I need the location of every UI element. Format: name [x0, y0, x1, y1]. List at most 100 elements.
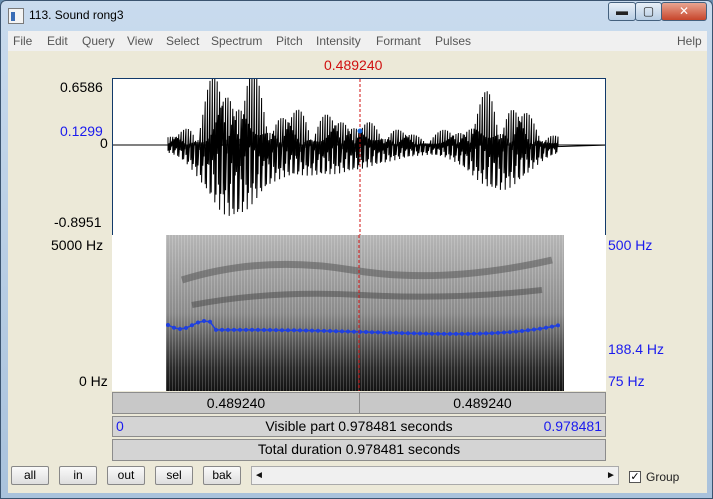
pitch-bottom-label: 75 Hz [608, 373, 645, 389]
pitch-point [352, 329, 356, 334]
spectrogram-panel[interactable] [112, 235, 606, 391]
pitch-point [292, 328, 296, 333]
visible-part-bar[interactable]: 0 Visible part 0.978481 seconds 0.978481 [112, 416, 606, 437]
bottom-toolbar: all in out sel bak ◄ ► ✓ Group [8, 463, 707, 493]
pitch-point [442, 331, 446, 336]
pitch-point [322, 328, 326, 333]
pitch-point [370, 330, 374, 335]
pitch-point [298, 328, 302, 333]
pitch-point [490, 331, 494, 336]
pitch-point [406, 331, 410, 336]
window-client: File Edit Query View Select Spectrum Pit… [8, 31, 707, 493]
menu-select[interactable]: Select [166, 34, 199, 48]
out-button[interactable]: out [107, 466, 145, 485]
window-title: 113. Sound rong3 [29, 8, 124, 22]
praat-sound-window: 113. Sound rong3 ▬ ▢ ✕ File Edit Query V… [0, 0, 713, 499]
pitch-point [214, 327, 218, 332]
cursor-point [357, 128, 363, 134]
pitch-point [460, 331, 464, 336]
menu-view[interactable]: View [127, 34, 153, 48]
pitch-point [238, 327, 242, 332]
scroll-left-arrow-icon[interactable]: ◄ [252, 467, 266, 484]
in-button[interactable]: in [59, 466, 97, 485]
waveform-panel[interactable] [112, 78, 606, 236]
pitch-point [184, 326, 188, 330]
pitch-point [364, 330, 368, 334]
visible-start-label: 0 [116, 418, 124, 434]
total-duration-bar[interactable]: Total duration 0.978481 seconds [112, 439, 606, 461]
menu-help[interactable]: Help [677, 34, 702, 48]
pitch-point [382, 330, 386, 335]
group-checkbox[interactable]: ✓ [629, 471, 641, 483]
menu-query[interactable]: Query [82, 34, 115, 48]
pitch-point [508, 330, 512, 335]
app-icon [8, 8, 24, 24]
pitch-point [454, 331, 458, 336]
pitch-point [286, 328, 290, 333]
cursor-time-bar[interactable]: 0.489240 0.489240 [112, 392, 606, 414]
pitch-point [220, 327, 224, 332]
pitch-point [496, 330, 500, 335]
pitch-point [472, 331, 476, 336]
left-time-segment[interactable]: 0.489240 [113, 393, 359, 413]
pitch-point [190, 323, 194, 328]
pitch-point [538, 326, 542, 331]
pitch-point [202, 319, 206, 323]
menu-pulses[interactable]: Pulses [435, 34, 471, 48]
menu-intensity[interactable]: Intensity [316, 34, 361, 48]
pitch-point [544, 325, 548, 330]
pitch-point [520, 329, 524, 333]
menu-bar: File Edit Query View Select Spectrum Pit… [8, 31, 707, 51]
waveform-plot[interactable] [113, 79, 606, 236]
close-button[interactable]: ✕ [661, 2, 707, 21]
wave-yzero-label: 0 [100, 135, 108, 151]
pitch-point [424, 331, 428, 336]
maximize-button[interactable]: ▢ [635, 2, 662, 21]
visible-part-label: Visible part 0.978481 seconds [265, 418, 453, 434]
pitch-point [394, 330, 398, 335]
right-time-segment[interactable]: 0.489240 [360, 393, 605, 413]
menu-pitch[interactable]: Pitch [276, 34, 303, 48]
spectrogram-plot[interactable] [112, 235, 606, 391]
pitch-point [412, 331, 416, 336]
horizontal-scrollbar[interactable]: ◄ ► [251, 466, 619, 485]
pitch-point [172, 325, 176, 330]
pitch-point [532, 327, 536, 332]
pitch-point [478, 331, 482, 336]
pitch-point [304, 328, 308, 333]
pitch-point [400, 331, 404, 336]
spec-freq-bottom-label: 0 Hz [79, 373, 108, 389]
pitch-point [418, 331, 422, 336]
menu-spectrum[interactable]: Spectrum [211, 34, 262, 48]
pitch-point [178, 327, 182, 331]
menu-formant[interactable]: Formant [376, 34, 421, 48]
scroll-right-arrow-icon[interactable]: ► [604, 467, 618, 484]
pitch-point [436, 331, 440, 336]
pitch-point [514, 329, 518, 334]
pitch-point [388, 330, 392, 335]
visible-end-label: 0.978481 [543, 418, 602, 434]
pitch-point [430, 331, 434, 336]
pitch-point [250, 327, 254, 332]
sound-editor-area: 0.489240 0.6586 0.1299 0 -0.8951 5000 Hz… [8, 51, 707, 463]
pitch-point [232, 327, 236, 332]
pitch-point [484, 331, 488, 336]
pitch-point [334, 329, 338, 334]
wave-ymin-label: -0.8951 [54, 214, 102, 230]
pitch-point [550, 324, 554, 329]
pitch-point [556, 323, 560, 328]
minimize-button[interactable]: ▬ [608, 2, 636, 21]
bak-button[interactable]: bak [203, 466, 241, 485]
pitch-point [328, 329, 332, 333]
all-button[interactable]: all [11, 466, 49, 485]
menu-file[interactable]: File [13, 34, 32, 48]
pitch-point [376, 330, 380, 335]
pitch-point [280, 328, 284, 333]
sel-button[interactable]: sel [155, 466, 193, 485]
pitch-point [256, 327, 260, 332]
menu-edit[interactable]: Edit [47, 34, 68, 48]
pitch-point [196, 320, 200, 325]
spectrogram-texture [166, 235, 564, 391]
pitch-point [340, 329, 344, 334]
title-bar[interactable]: 113. Sound rong3 ▬ ▢ ✕ [1, 1, 712, 31]
